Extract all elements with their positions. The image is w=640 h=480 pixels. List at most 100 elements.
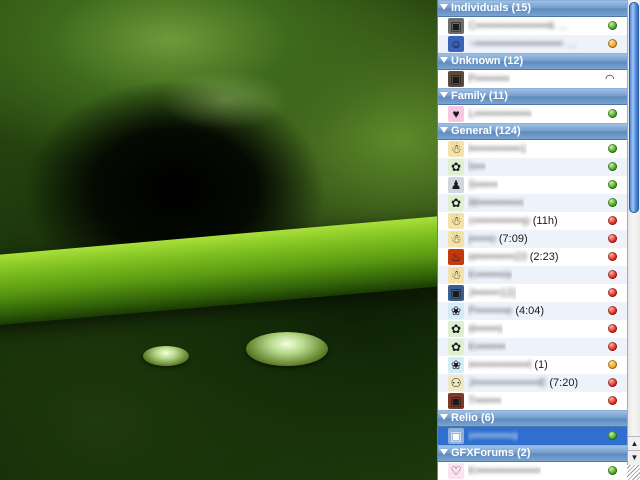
flame-avatar-icon: ♨ xyxy=(448,249,464,265)
contact-name: ~••••••••••••••••••••••• … xyxy=(468,35,577,53)
group-title: Relio (6) xyxy=(451,412,495,424)
aim-running-man-icon: ☃ xyxy=(448,141,464,157)
contact-name: K•••••••re xyxy=(468,266,512,284)
disclosure-triangle-icon[interactable] xyxy=(440,92,448,98)
status-green-icon xyxy=(608,144,617,153)
cartoon-avatar-icon: ☺ xyxy=(448,36,464,52)
contact-row[interactable]: ⚇ J•••••••••••••••••E (7:20) xyxy=(438,374,628,392)
contact-screen-name: W•••••••••••r xyxy=(468,197,525,209)
status-red-icon xyxy=(608,324,617,333)
contact-row[interactable]: ✿ h••• xyxy=(438,158,628,176)
contact-name: L••••••••••••••• xyxy=(468,105,532,123)
contact-screen-name: J•••••••••••••••••E xyxy=(468,377,547,389)
wallpaper-water-drop xyxy=(143,346,189,366)
buddy-list-scrollbar[interactable]: ▲ ▼ xyxy=(627,0,640,480)
group-header[interactable]: Relio (6) xyxy=(438,410,628,427)
contact-name: P••••••••• xyxy=(468,70,510,88)
contact-screen-name: ~••••••••••••••••••••••• … xyxy=(468,38,578,50)
disclosure-triangle-icon[interactable] xyxy=(440,4,448,10)
generic-person-icon: ♟ xyxy=(448,177,464,193)
contact-row[interactable]: ❀ P••••••••e (4:04) xyxy=(438,302,628,320)
mobile-wireless-icon: ◠ xyxy=(605,73,615,85)
scroll-down-arrow-icon[interactable]: ▼ xyxy=(628,450,640,465)
disclosure-triangle-icon[interactable] xyxy=(440,449,448,455)
status-red-icon xyxy=(608,270,617,279)
contact-screen-name: P••••••••• xyxy=(468,73,510,85)
idle-time: (4:04) xyxy=(512,305,545,317)
icq-flower-icon: ✿ xyxy=(448,339,464,355)
contact-row[interactable]: ▣ J•••••••12) xyxy=(438,284,628,302)
contact-screen-name: i•••••••••••••••t xyxy=(468,359,532,371)
contact-name: J•••••••12) xyxy=(468,284,516,302)
contact-row[interactable]: ☺ ~••••••••••••••••••••••• … xyxy=(438,35,628,53)
status-green-icon xyxy=(608,180,617,189)
status-green-icon xyxy=(608,21,617,30)
disclosure-triangle-icon[interactable] xyxy=(440,414,448,420)
scrollbar-thumb[interactable] xyxy=(629,2,639,213)
contact-row[interactable]: ♡ K••••••••••••••••• xyxy=(438,462,628,480)
contact-name: P••••••••e (4:04) xyxy=(468,302,544,320)
desktop-wallpaper xyxy=(0,0,437,480)
status-red-icon xyxy=(608,252,617,261)
contact-row[interactable]: ♨ w••••••••••23 (2:23) xyxy=(438,248,628,266)
window-resize-handle[interactable] xyxy=(627,465,640,480)
contact-row[interactable]: ☃ K•••••••re xyxy=(438,266,628,284)
aim-running-man-icon: ☃ xyxy=(448,267,464,283)
contact-name: l•••••••••••••1 xyxy=(468,140,527,158)
status-red-icon xyxy=(608,396,617,405)
wallpaper-highlight xyxy=(160,70,290,130)
contact-screen-name: j•••••o xyxy=(468,233,496,245)
group-title: Unknown (12) xyxy=(451,55,524,67)
status-red-icon xyxy=(608,234,617,243)
lips-avatar-icon: ♡ xyxy=(448,463,464,479)
contact-row[interactable]: ❀ i•••••••••••••••t (1) xyxy=(438,356,628,374)
idle-time: (11h) xyxy=(529,215,558,227)
photo-avatar-icon: ▣ xyxy=(448,285,464,301)
icq-flower-icon: ✿ xyxy=(448,195,464,211)
aim-running-man-icon: ☃ xyxy=(448,213,464,229)
idle-time: (7:09) xyxy=(495,233,528,245)
status-red-icon xyxy=(608,306,617,315)
contact-screen-name: h••• xyxy=(468,161,486,173)
disclosure-triangle-icon[interactable] xyxy=(440,127,448,133)
idle-time: (1) xyxy=(531,359,548,371)
contact-screen-name: S•••••• xyxy=(468,179,499,191)
contact-row[interactable]: ☃ c•••••••••••••p (11h) xyxy=(438,212,628,230)
contact-screen-name: C•••••••••••••••••••k … xyxy=(468,20,569,32)
group-title: Family (11) xyxy=(451,90,508,102)
group-header[interactable]: Unknown (12) xyxy=(438,53,628,70)
buddy-list-window[interactable]: Individuals (15) ▣ C•••••••••••••••••••k …… xyxy=(437,0,628,480)
pink-avatar-icon: ♥ xyxy=(448,106,464,122)
status-red-icon xyxy=(608,342,617,351)
msn-buddy-icon: ❀ xyxy=(448,357,464,373)
contact-row[interactable]: ☃ j•••••o (7:09) xyxy=(438,230,628,248)
contact-row[interactable]: ♥ L••••••••••••••• xyxy=(438,105,628,123)
group-header[interactable]: Individuals (15) xyxy=(438,0,628,17)
contact-screen-name: P••••••••e xyxy=(468,305,513,317)
contact-row[interactable]: ▣ v••••••••••a xyxy=(438,427,628,445)
group-header[interactable]: GFXForums (2) xyxy=(438,445,628,462)
contact-row[interactable]: ▣ C•••••••••••••••••••k … xyxy=(438,17,628,35)
aim-running-man-icon: ☃ xyxy=(448,231,464,247)
contact-name: T••••••• xyxy=(468,392,502,410)
scroll-up-arrow-icon[interactable]: ▲ xyxy=(628,436,640,451)
msn-buddy-icon: ❀ xyxy=(448,303,464,319)
contact-row[interactable]: ✿ d••••••s xyxy=(438,320,628,338)
group-header[interactable]: Family (11) xyxy=(438,88,628,105)
disclosure-triangle-icon[interactable] xyxy=(440,57,448,63)
contact-screen-name: v••••••••••a xyxy=(468,430,519,442)
group-header[interactable]: General (124) xyxy=(438,123,628,140)
contact-name: h••• xyxy=(468,158,486,176)
contact-name: K•••••••• xyxy=(468,338,506,356)
contact-name: c•••••••••••••p (11h) xyxy=(468,212,558,230)
contact-row[interactable]: ✿ K•••••••• xyxy=(438,338,628,356)
contact-row[interactable]: ☃ l•••••••••••••1 xyxy=(438,140,628,158)
contact-name: J•••••••••••••••••E (7:20) xyxy=(468,374,578,392)
contact-row[interactable]: ▣ P••••••••• ◠ xyxy=(438,70,628,88)
contact-screen-name: l•••••••••••••1 xyxy=(468,143,527,155)
contact-row[interactable]: ▣ T••••••• xyxy=(438,392,628,410)
status-green-icon xyxy=(608,431,617,440)
contact-row[interactable]: ♟ S•••••• xyxy=(438,176,628,194)
status-red-icon xyxy=(608,288,617,297)
contact-row[interactable]: ✿ W•••••••••••r xyxy=(438,194,628,212)
